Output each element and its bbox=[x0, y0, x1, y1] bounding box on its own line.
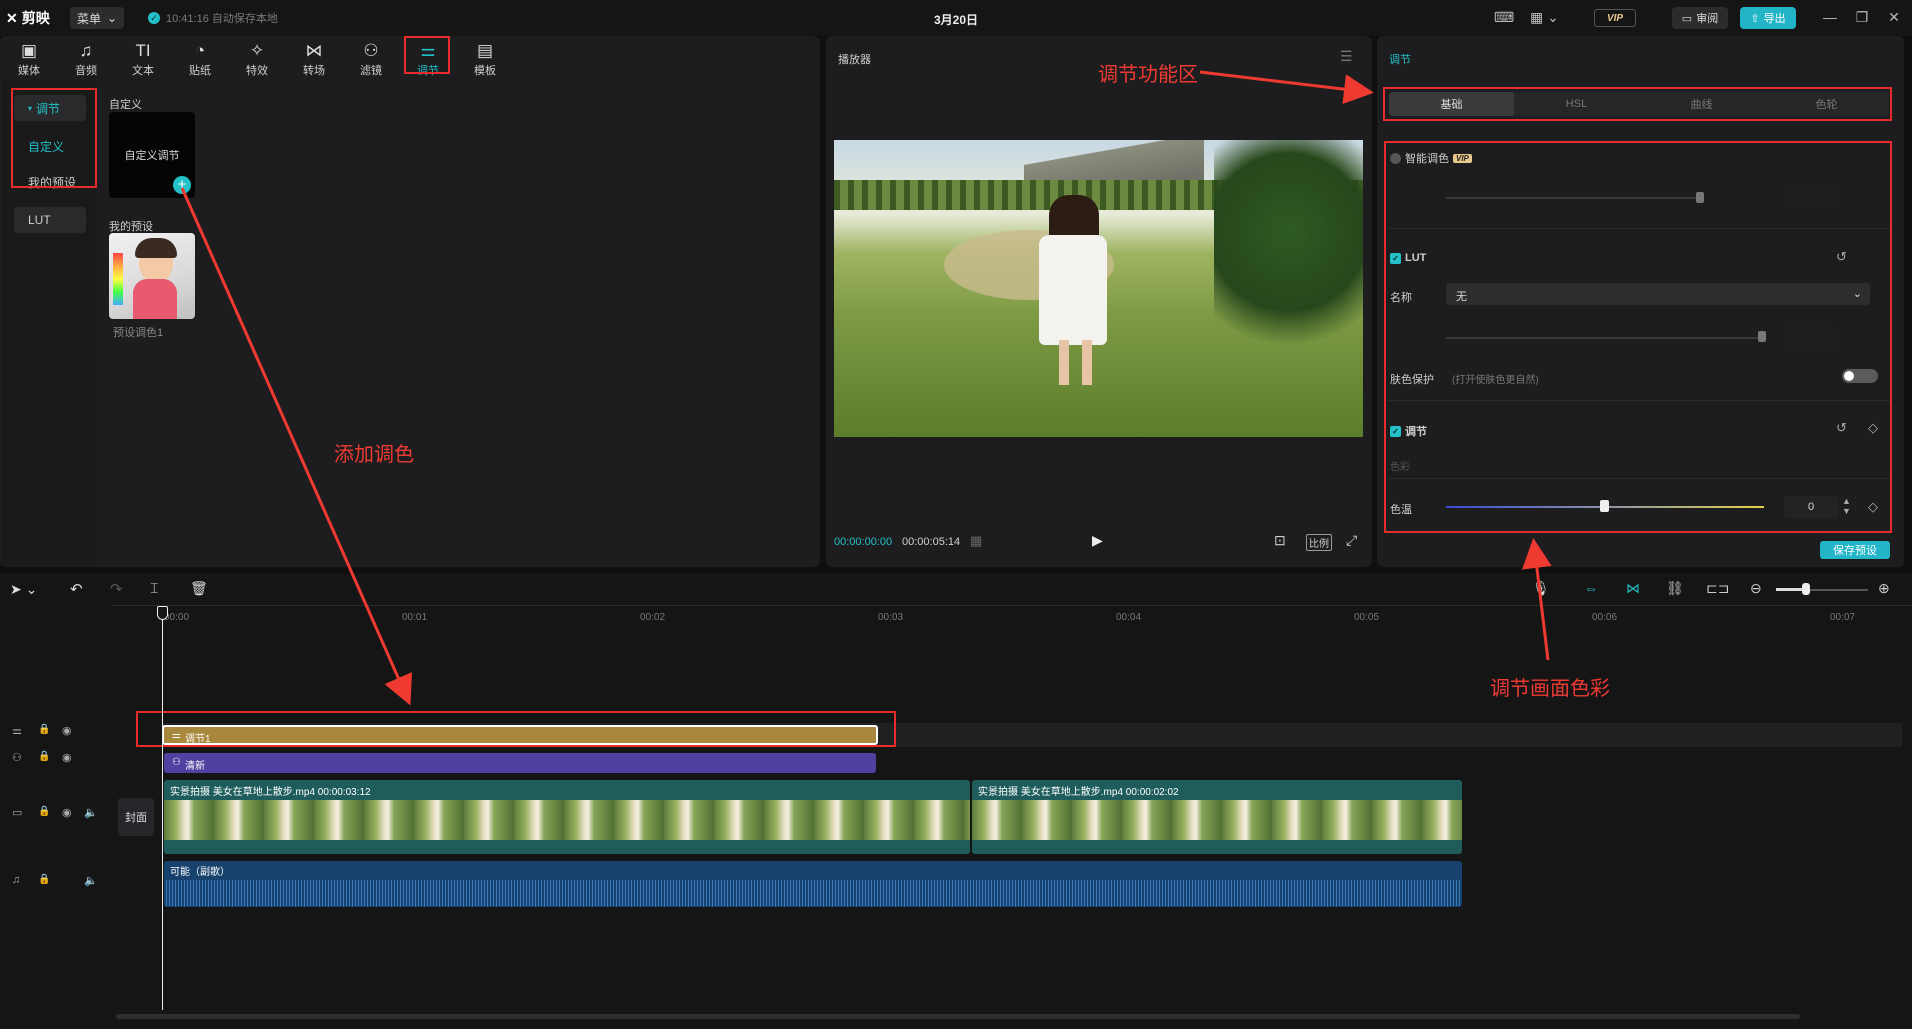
annotation-arrows bbox=[180, 70, 1552, 706]
arrow-to-tabs bbox=[1199, 70, 1374, 105]
highlight-adjust-tool bbox=[404, 36, 450, 74]
annotation-add-color: 添加调色 bbox=[334, 444, 414, 466]
arrow-to-adjust-controls bbox=[1521, 538, 1552, 661]
annotation-func-area: 调节功能区 bbox=[1098, 64, 1198, 86]
annotation-adjust-color: 调节画面色彩 bbox=[1490, 678, 1610, 700]
